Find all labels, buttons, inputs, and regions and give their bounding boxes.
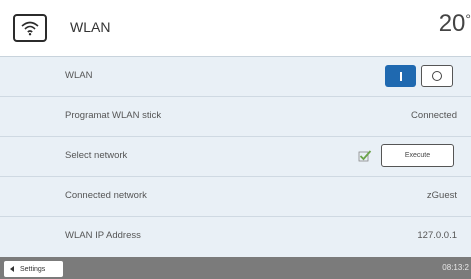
check-icon [358, 150, 372, 162]
row-label: Programat WLAN stick [65, 110, 162, 121]
wifi-button[interactable] [13, 14, 47, 42]
list-item-ip-address: WLAN IP Address 127.0.0.1 [0, 217, 471, 257]
list-item-wlan: WLAN [0, 57, 471, 97]
row-value: Connected [411, 110, 457, 121]
back-arrow-icon [10, 266, 14, 272]
execute-button[interactable]: Execute [381, 144, 454, 167]
row-label: Select network [65, 150, 128, 161]
row-label: WLAN IP Address [65, 230, 141, 241]
back-button-label: Settings [20, 265, 46, 273]
header-bar: WLAN 20° [0, 0, 471, 57]
wlan-on-button[interactable] [385, 65, 416, 87]
row-value: zGuest [426, 190, 457, 201]
temperature-readout: 20° [439, 10, 471, 38]
wlan-off-button[interactable] [421, 65, 453, 87]
row-value: 127.0.0.1 [417, 230, 457, 241]
on-indicator-icon [399, 71, 402, 81]
settings-list: WLAN Programat WLAN stick Connected Sele… [0, 57, 471, 257]
clock: 08:13:2 [442, 263, 469, 272]
footer-bar: Settings 08:13:2 [0, 257, 471, 279]
temperature-unit: ° [465, 11, 471, 27]
list-item-select-network: Select network Execute [0, 137, 471, 177]
off-indicator-icon [432, 71, 442, 81]
list-item-connected-network: Connected network zGuest [0, 177, 471, 217]
page-title: WLAN [70, 19, 111, 35]
row-label: Connected network [65, 190, 147, 201]
temperature-value: 20 [438, 10, 466, 37]
list-item-wlan-stick: Programat WLAN stick Connected [0, 97, 471, 137]
wifi-icon [21, 21, 39, 36]
row-label: WLAN [65, 70, 93, 81]
back-to-settings-button[interactable]: Settings [4, 261, 63, 277]
